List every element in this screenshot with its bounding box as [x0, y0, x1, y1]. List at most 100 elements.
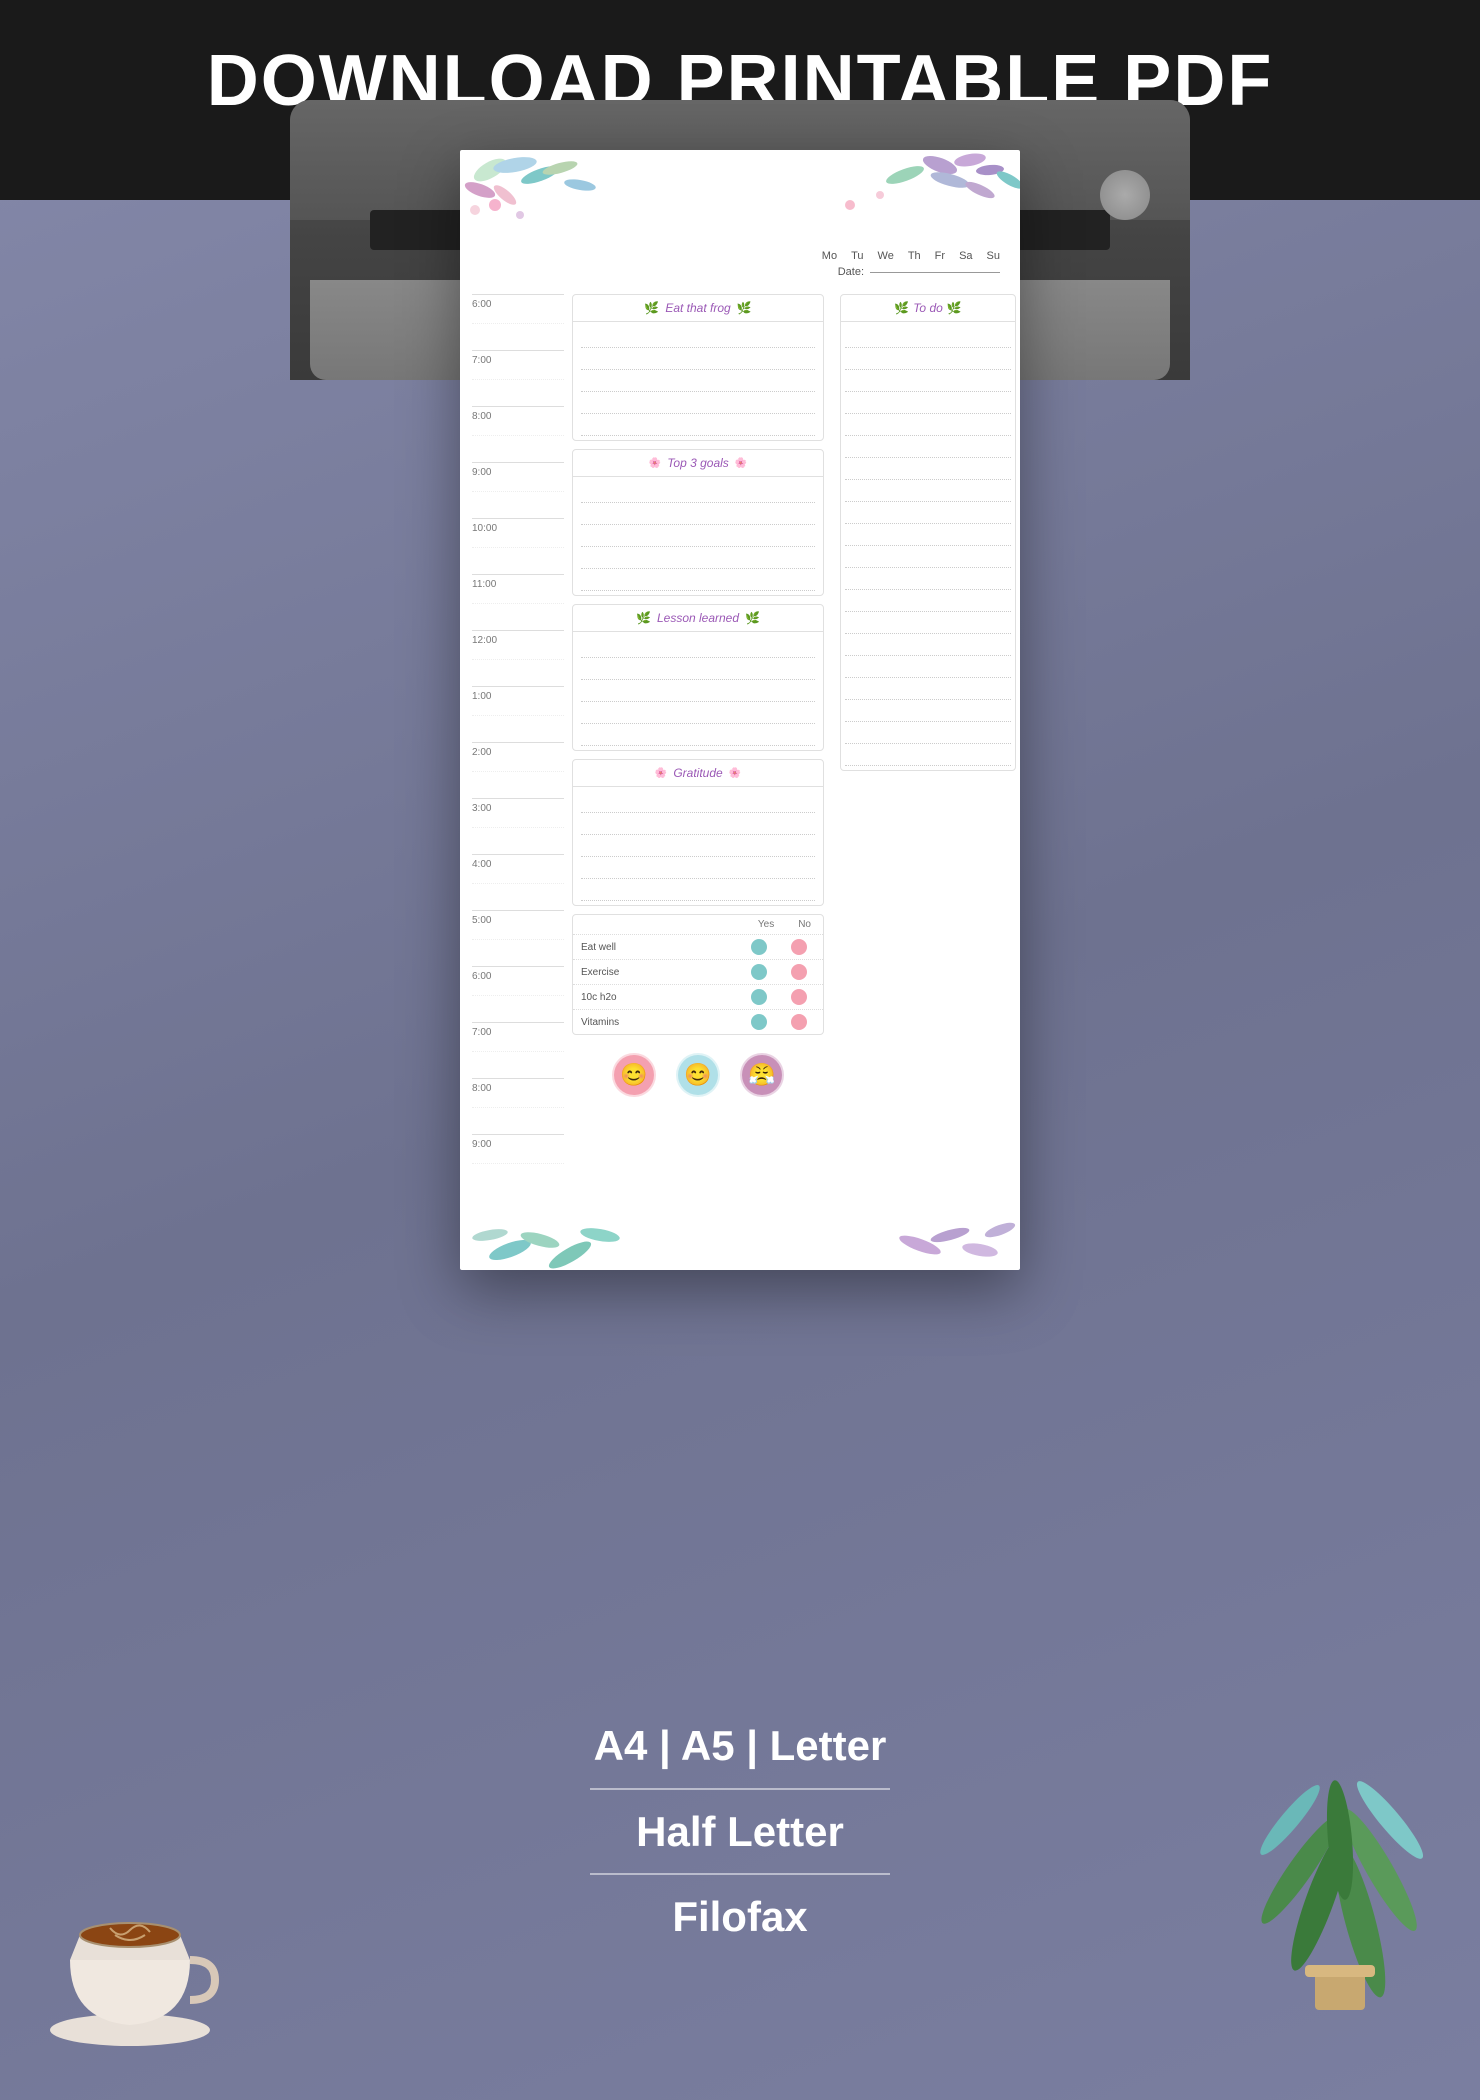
leaf-teal-right-icon: 🌿 [745, 611, 760, 625]
plant-decoration [1240, 1620, 1440, 2020]
no-circle-2 [791, 964, 807, 980]
top-3-goals-section: 🌸 Top 3 goals 🌸 [572, 449, 824, 596]
days-row: Mo Tu We Th Fr Sa Su [460, 250, 1020, 262]
lesson-line-2 [581, 658, 815, 680]
day-mo: Mo [822, 250, 837, 262]
habit-water: 10c h2o [573, 984, 823, 1009]
time-slot-600: 6:00 [472, 294, 564, 350]
yes-circle-2 [751, 964, 767, 980]
leaf-purple-right-icon: 🌸 [729, 768, 741, 779]
line-3 [581, 370, 815, 392]
time-slot-1000: 10:00 [472, 518, 564, 574]
time-column: 6:00 7:00 8:00 9:00 10:00 11:00 [464, 294, 564, 1190]
gratitude-lines [573, 787, 823, 905]
todo-line-11 [845, 546, 1011, 568]
todo-header: 🌿 To do 🌿 [841, 295, 1015, 322]
todo-column: 🌿 To do 🌿 [836, 294, 1016, 1190]
time-slot-600b: 6:00 [472, 966, 564, 1022]
todo-line-17 [845, 678, 1011, 700]
goal-line-2 [581, 503, 815, 525]
mood-happy-face: 😊 [612, 1053, 656, 1097]
leaf-pink-right-icon: 🌸 [735, 458, 747, 469]
goal-line-3 [581, 525, 815, 547]
planner-paper: Mo Tu We Th Fr Sa Su Date: 6:00 7:00 [460, 150, 1020, 1270]
no-circle-3 [791, 989, 807, 1005]
yes-circle-4 [751, 1014, 767, 1030]
todo-line-6 [845, 436, 1011, 458]
gratitude-line-4 [581, 857, 815, 879]
lesson-line-4 [581, 702, 815, 724]
top-3-goals-header: 🌸 Top 3 goals 🌸 [573, 450, 823, 477]
line-2 [581, 348, 815, 370]
gratitude-line-5 [581, 879, 815, 901]
eat-that-frog-lines [573, 322, 823, 440]
goal-line-1 [581, 481, 815, 503]
todo-line-12 [845, 568, 1011, 590]
habit-exercise: Exercise [573, 959, 823, 984]
time-slot-300: 3:00 [472, 798, 564, 854]
lesson-learned-header: 🌿 Lesson learned 🌿 [573, 605, 823, 632]
day-sa: Sa [959, 250, 972, 262]
lesson-learned-section: 🌿 Lesson learned 🌿 [572, 604, 824, 751]
time-slot-100: 1:00 [472, 686, 564, 742]
mood-tracker: 😊 😊 😤 [572, 1043, 824, 1107]
todo-line-15 [845, 634, 1011, 656]
middle-sections: 🌿 Eat that frog 🌿 🌸 [568, 294, 832, 1190]
todo-lines [841, 322, 1015, 770]
mood-angry-face: 😤 [740, 1053, 784, 1097]
habit-header: Yes No [573, 915, 823, 934]
mood-angry-icon: 😤 [748, 1062, 775, 1088]
day-th: Th [908, 250, 921, 262]
time-slot-800b: 8:00 [472, 1078, 564, 1134]
eat-that-frog-header: 🌿 Eat that frog 🌿 [573, 295, 823, 322]
lesson-line-5 [581, 724, 815, 746]
line-4 [581, 392, 815, 414]
no-circle-4 [791, 1014, 807, 1030]
todo-line-13 [845, 590, 1011, 612]
habit-circles-2 [751, 964, 815, 980]
habit-circles-1 [751, 939, 815, 955]
yes-circle-3 [751, 989, 767, 1005]
time-slot-700b: 7:00 [472, 1022, 564, 1078]
todo-line-10 [845, 524, 1011, 546]
line-5 [581, 414, 815, 436]
todo-line-18 [845, 700, 1011, 722]
yes-label: Yes [758, 919, 774, 930]
no-circle-1 [791, 939, 807, 955]
paper-inner-content: Mo Tu We Th Fr Sa Su Date: 6:00 7:00 [460, 150, 1020, 1270]
todo-line-14 [845, 612, 1011, 634]
leaf-todo-left: 🌿 [894, 301, 909, 315]
line-1 [581, 326, 815, 348]
todo-line-19 [845, 722, 1011, 744]
gratitude-line-1 [581, 791, 815, 813]
todo-line-3 [845, 370, 1011, 392]
yes-circle-1 [751, 939, 767, 955]
leaf-todo-right: 🌿 [947, 301, 962, 315]
leaf-teal-left-icon: 🌿 [636, 611, 651, 625]
mood-calm-icon: 😊 [684, 1062, 711, 1088]
floral-decoration-bottom [460, 1190, 1020, 1270]
day-we: We [878, 250, 894, 262]
gratitude-header: 🌸 Gratitude 🌸 [573, 760, 823, 787]
time-slot-700: 7:00 [472, 350, 564, 406]
habit-eat-well: Eat well [573, 934, 823, 959]
mood-happy-icon: 😊 [620, 1062, 647, 1088]
lesson-learned-lines [573, 632, 823, 750]
leaf-purple-left-icon: 🌸 [655, 768, 667, 779]
mood-calm-face: 😊 [676, 1053, 720, 1097]
todo-line-4 [845, 392, 1011, 414]
date-line [870, 272, 1000, 273]
top-3-goals-lines [573, 477, 823, 595]
day-tu: Tu [851, 250, 863, 262]
gratitude-section: 🌸 Gratitude 🌸 [572, 759, 824, 906]
lesson-line-1 [581, 636, 815, 658]
printer-knob [1100, 170, 1150, 220]
todo-line-9 [845, 502, 1011, 524]
time-slot-500: 5:00 [472, 910, 564, 966]
todo-line-20 [845, 744, 1011, 766]
todo-line-1 [845, 326, 1011, 348]
habit-tracker: Yes No Eat well Exercise [572, 914, 824, 1035]
time-slot-400: 4:00 [472, 854, 564, 910]
time-slot-1200: 12:00 [472, 630, 564, 686]
goal-line-5 [581, 569, 815, 591]
